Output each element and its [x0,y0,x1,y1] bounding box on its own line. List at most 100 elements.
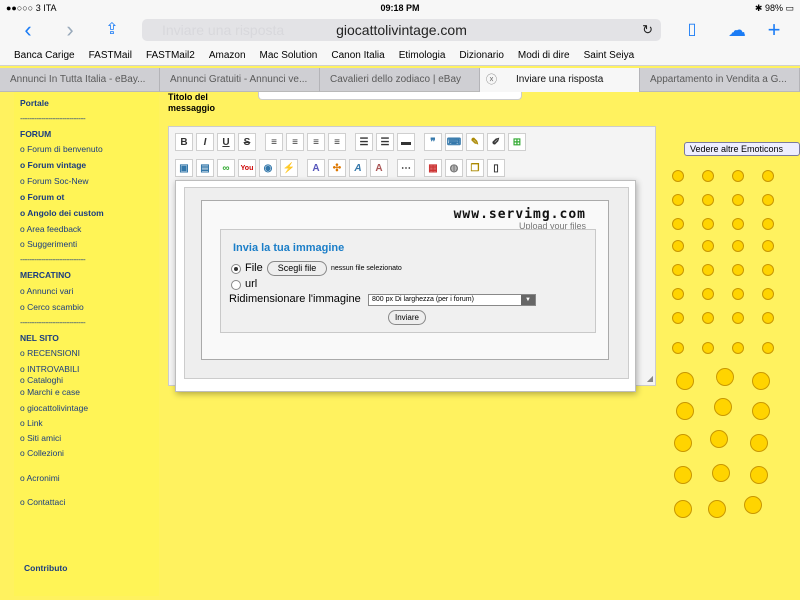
radio-url[interactable] [231,280,241,290]
more-icon[interactable]: ⋯ [397,159,415,177]
emoticon-icon[interactable] [702,240,714,252]
sidebar-link[interactable]: o giocattolivintage [20,403,88,413]
emoticon-icon[interactable] [762,218,774,230]
bookmarks-icon[interactable]: ▯ [682,20,702,40]
date-icon[interactable]: ▦ [424,159,442,177]
bullet-list-icon[interactable]: ☰ [355,133,373,151]
tab[interactable]: Cavalieri dello zodiaco | eBay [320,68,480,92]
sidebar-link[interactable]: o Forum ot [20,192,64,202]
emoticon-icon[interactable] [762,312,774,324]
underline-icon[interactable]: U [217,133,235,151]
submit-button[interactable]: Inviare [388,310,426,325]
tab[interactable]: Appartamento in Vendita a G... [640,68,800,92]
emoticon-icon[interactable] [762,194,774,206]
emoticon-icon[interactable] [732,170,744,182]
resize-select[interactable]: 800 px Di larghezza (per i forum) ▼ [368,294,536,306]
link-icon[interactable]: ∞ [217,159,235,177]
bookmark[interactable]: Etimologia [399,50,446,61]
emoticon-icon[interactable] [672,288,684,300]
sidebar-link[interactable]: o Link [20,418,43,428]
emoticon-icon[interactable] [732,218,744,230]
emoticon-icon[interactable] [750,466,768,484]
emoticon-icon[interactable] [752,402,770,420]
emoticon-icon[interactable] [674,500,692,518]
bookmark[interactable]: Amazon [209,50,246,61]
sidebar-link[interactable]: o Angolo dei custom [20,208,104,218]
emoticon-icon[interactable] [702,194,714,206]
emoticon-icon[interactable] [672,194,684,206]
sound-icon[interactable]: ◍ [445,159,463,177]
emoticon-icon[interactable] [702,288,714,300]
emoticon-icon[interactable] [702,264,714,276]
emoticon-icon[interactable] [710,430,728,448]
tab[interactable]: Annunci In Tutta Italia - eBay... [0,68,160,92]
more-emoticons-button[interactable]: Vedere altre Emoticons [684,142,800,156]
message-title-input[interactable] [258,92,522,100]
color-icon[interactable]: ✣ [328,159,346,177]
horizontal-rule-icon[interactable]: ▬ [397,133,415,151]
bookmark[interactable]: FASTMail [89,50,132,61]
image-icon[interactable]: ▤ [196,159,214,177]
font-icon[interactable]: A [307,159,325,177]
emoticon-icon[interactable] [762,342,774,354]
hide-icon[interactable]: ✐ [487,133,505,151]
bookmark[interactable]: FASTMail2 [146,50,195,61]
sidebar-link[interactable]: o Cerco scambio [20,302,84,312]
emoticon-icon[interactable] [672,218,684,230]
dailymotion-icon[interactable]: ◉ [259,159,277,177]
bookmark[interactable]: Modi di dire [518,50,570,61]
remove-format-icon[interactable]: A [370,159,388,177]
emoticon-icon[interactable] [732,288,744,300]
emoticon-icon[interactable] [732,342,744,354]
bookmark[interactable]: Dizionario [459,50,503,61]
sidebar-link[interactable]: o Acronimi [20,473,60,483]
sidebar-link[interactable]: o INTROVABILI [20,364,79,374]
emoticon-icon[interactable] [708,500,726,518]
emoticon-icon[interactable] [762,288,774,300]
emoticon-icon[interactable] [712,464,730,482]
forward-icon[interactable]: › [60,19,80,41]
emoticon-icon[interactable] [702,312,714,324]
emoticon-icon[interactable] [672,312,684,324]
bold-icon[interactable]: B [175,133,193,151]
emoticon-icon[interactable] [732,264,744,276]
numbered-list-icon[interactable]: ☰ [376,133,394,151]
sidebar-link[interactable]: o Forum di benvenuto [20,144,103,154]
flash-icon[interactable]: ⚡ [280,159,298,177]
emoticon-icon[interactable] [676,372,694,390]
emoticon-icon[interactable] [702,342,714,354]
emoticon-icon[interactable] [702,218,714,230]
tab-active[interactable]: ⓧ Inviare una risposta [480,68,640,92]
emoticon-icon[interactable] [672,264,684,276]
emoticon-icon[interactable] [752,372,770,390]
reload-icon[interactable]: ↻ [642,19,653,41]
bookmark[interactable]: Mac Solution [260,50,318,61]
back-icon[interactable]: ‹ [18,19,38,41]
quote-icon[interactable]: ❞ [424,133,442,151]
emoticon-icon[interactable] [732,312,744,324]
align-right-icon[interactable]: ≡ [307,133,325,151]
italic-icon[interactable]: I [196,133,214,151]
image-upload-icon[interactable]: ▣ [175,159,193,177]
table-icon[interactable]: ⊞ [508,133,526,151]
source-icon[interactable]: ▯ [487,159,505,177]
sidebar-link[interactable]: o Annunci vari [20,286,73,296]
choose-file-button[interactable]: Scegli file [267,261,327,276]
bookmark[interactable]: Canon Italia [331,50,384,61]
emoticon-icon[interactable] [672,240,684,252]
emoticon-icon[interactable] [672,342,684,354]
tab[interactable]: Annunci Gratuiti - Annunci ve... [160,68,320,92]
sidebar-link-portale[interactable]: Portale [20,98,49,108]
align-left-icon[interactable]: ≡ [265,133,283,151]
emoticon-icon[interactable] [732,240,744,252]
emoticon-icon[interactable] [674,434,692,452]
sidebar-link[interactable]: o Cataloghi [20,375,63,385]
emoticon-icon[interactable] [714,398,732,416]
emoticon-icon[interactable] [674,466,692,484]
code-icon[interactable]: ⌨ [445,133,463,151]
sidebar-link[interactable]: o Collezioni [20,448,64,458]
resize-handle-icon[interactable]: ◢ [647,374,653,383]
sidebar-link[interactable]: o Suggerimenti [20,239,77,249]
paste-icon[interactable]: ❐ [466,159,484,177]
emoticon-icon[interactable] [672,170,684,182]
